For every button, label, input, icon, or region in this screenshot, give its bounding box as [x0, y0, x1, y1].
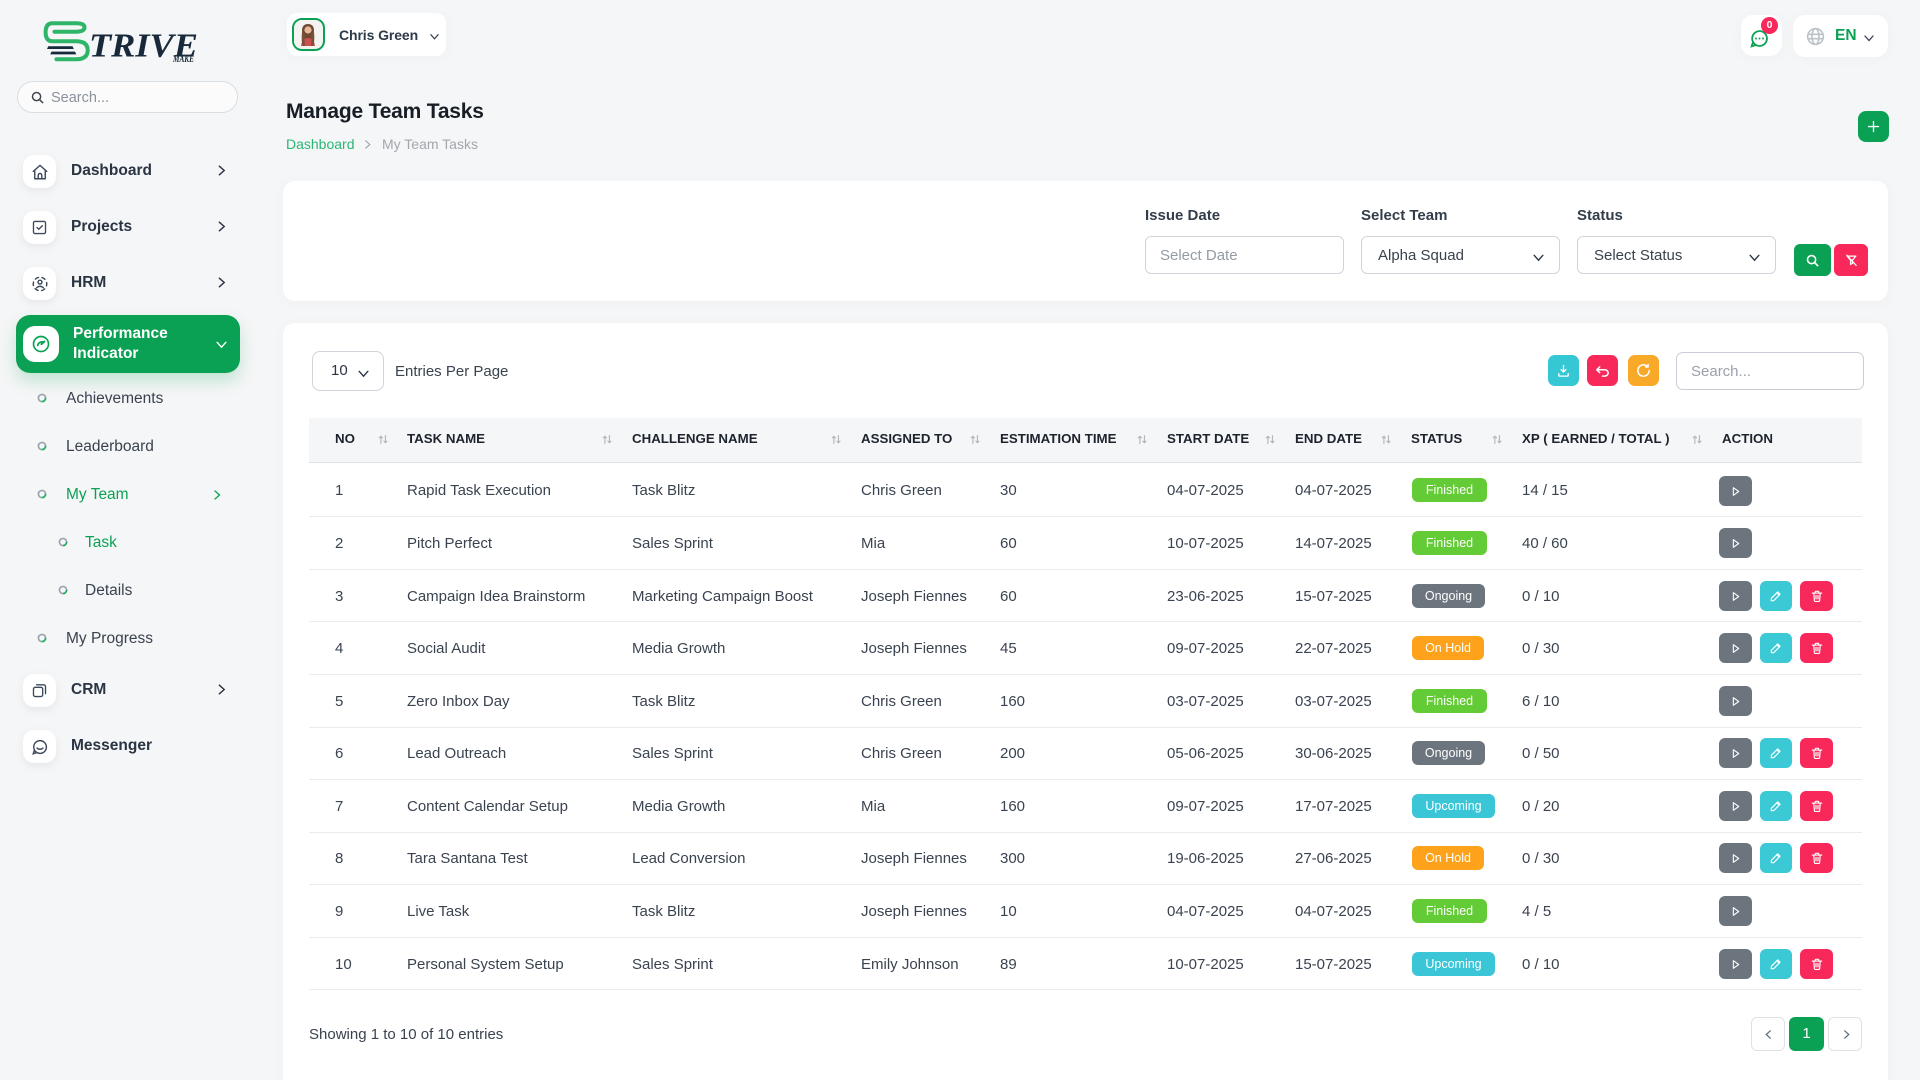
svg-text:MAKE: MAKE	[172, 54, 194, 64]
